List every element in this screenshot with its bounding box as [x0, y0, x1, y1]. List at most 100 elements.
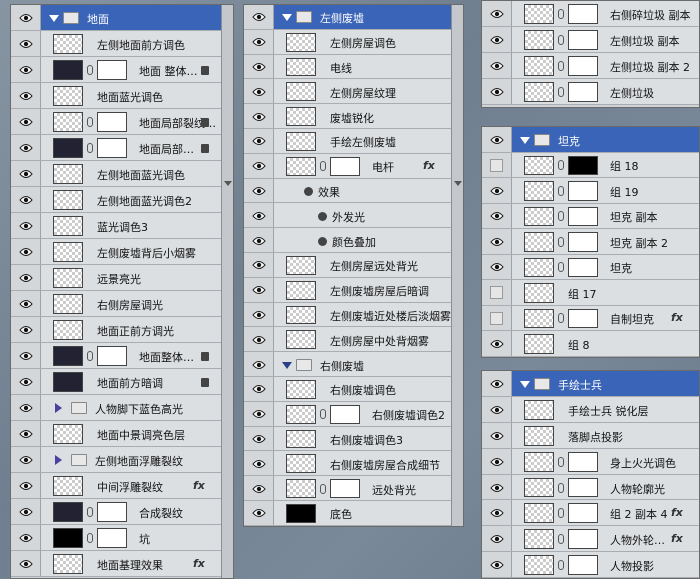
- fx-icon[interactable]: fx: [671, 506, 683, 519]
- link-chain-icon[interactable]: [320, 483, 326, 494]
- layer-row[interactable]: 地面蓝光调色: [11, 83, 233, 109]
- expand-triangle-icon[interactable]: [520, 380, 530, 388]
- visibility-eye-icon[interactable]: [244, 203, 274, 228]
- visibility-eye-icon[interactable]: [244, 228, 274, 252]
- layer-row[interactable]: 地面局部…: [11, 135, 233, 161]
- visibility-eye-icon[interactable]: [482, 203, 512, 228]
- link-chain-icon[interactable]: [87, 533, 93, 543]
- link-chain-icon[interactable]: [558, 508, 564, 519]
- visibility-eye-icon[interactable]: [11, 265, 41, 290]
- visibility-eye-icon[interactable]: [482, 500, 512, 526]
- visibility-eye-icon[interactable]: [244, 79, 274, 104]
- visibility-eye-icon[interactable]: [11, 187, 41, 212]
- layer-row[interactable]: 废墟锐化: [244, 104, 463, 129]
- expand-triangle-icon[interactable]: [282, 14, 292, 22]
- link-chain-icon[interactable]: [558, 61, 564, 71]
- layer-row[interactable]: 右侧碎垃圾 副本: [482, 1, 699, 27]
- layer-row[interactable]: 左侧废墟近处楼后淡烟雾: [244, 302, 463, 328]
- visibility-eye-icon[interactable]: [482, 331, 512, 356]
- layer-row[interactable]: 地面前方暗调: [11, 369, 233, 395]
- visibility-eye-icon[interactable]: [482, 280, 512, 305]
- collapsed-triangle-icon[interactable]: [55, 403, 62, 413]
- visibility-eye-icon[interactable]: [482, 448, 512, 474]
- visibility-eye-icon[interactable]: [11, 57, 41, 82]
- visibility-eye-icon[interactable]: [11, 317, 41, 342]
- layer-row[interactable]: 手绘士兵 锐化层: [482, 396, 699, 423]
- layer-row[interactable]: 左侧垃圾 副本: [482, 27, 699, 53]
- link-chain-icon[interactable]: [320, 161, 326, 172]
- layer-row[interactable]: 合成裂纹: [11, 499, 233, 525]
- visibility-eye-icon[interactable]: [11, 421, 41, 446]
- fx-icon[interactable]: fx: [671, 532, 683, 545]
- visibility-eye-icon[interactable]: [482, 552, 512, 578]
- layer-row[interactable]: 外发光: [244, 203, 463, 229]
- layer-row[interactable]: 坦克 副本 2: [482, 229, 699, 255]
- collapsed-triangle-icon[interactable]: [55, 455, 62, 465]
- layer-row[interactable]: 左侧废墟背后小烟雾: [11, 239, 233, 265]
- layer-row[interactable]: 蓝光调色3: [11, 213, 233, 239]
- visibility-eye-icon[interactable]: [482, 178, 512, 203]
- layer-row[interactable]: 右侧废墟: [244, 352, 463, 377]
- layer-row[interactable]: 右侧废墟调色: [244, 376, 463, 402]
- link-chain-icon[interactable]: [87, 65, 93, 75]
- layer-row[interactable]: 人物脚下蓝色高光: [11, 395, 233, 421]
- scroll-arrow-icon[interactable]: [224, 181, 232, 186]
- visibility-eye-icon[interactable]: [244, 128, 274, 153]
- layer-row[interactable]: 左侧地面蓝光调色2: [11, 187, 233, 213]
- layer-row[interactable]: 效果: [244, 178, 463, 204]
- layer-row[interactable]: 左侧房屋纹理: [244, 79, 463, 105]
- visibility-eye-icon[interactable]: [244, 104, 274, 128]
- layer-row[interactable]: 颜色叠加: [244, 228, 463, 253]
- visibility-eye-icon[interactable]: [482, 305, 512, 330]
- visibility-eye-icon[interactable]: [244, 327, 274, 352]
- layer-row[interactable]: 地面 整体…: [11, 57, 233, 83]
- layer-row[interactable]: 远景亮光: [11, 265, 233, 291]
- visibility-eye-icon[interactable]: [11, 5, 41, 30]
- layer-row[interactable]: 左侧房屋调色: [244, 29, 463, 55]
- fx-icon[interactable]: fx: [671, 311, 683, 324]
- layer-row[interactable]: 组 8: [482, 331, 699, 357]
- link-chain-icon[interactable]: [558, 160, 564, 171]
- visibility-eye-icon[interactable]: [482, 526, 512, 552]
- visibility-eye-icon[interactable]: [482, 474, 512, 500]
- visibility-eye-icon[interactable]: [11, 343, 41, 368]
- layer-row[interactable]: 左侧地面浮雕裂纹: [11, 447, 233, 473]
- expand-triangle-icon[interactable]: [282, 361, 292, 369]
- visibility-eye-icon[interactable]: [482, 53, 512, 78]
- group-header[interactable]: 左侧废墟: [244, 5, 463, 30]
- visibility-eye-icon[interactable]: [11, 135, 41, 160]
- visibility-eye-icon[interactable]: [11, 473, 41, 498]
- effect-eye-icon[interactable]: [318, 211, 327, 221]
- visibility-eye-icon[interactable]: [244, 426, 274, 451]
- group-header[interactable]: 手绘士兵: [482, 371, 699, 397]
- layer-row[interactable]: 地面中景调亮色层: [11, 421, 233, 447]
- layer-row[interactable]: 组 2 副本 4 fx: [482, 500, 699, 527]
- layer-row[interactable]: 底色: [244, 500, 463, 526]
- link-chain-icon[interactable]: [558, 313, 564, 324]
- visibility-eye-icon[interactable]: [482, 79, 512, 104]
- layer-row[interactable]: 人物轮廓光: [482, 474, 699, 501]
- layer-row[interactable]: 手绘左侧废墟: [244, 128, 463, 154]
- link-chain-icon[interactable]: [558, 211, 564, 222]
- effect-eye-icon[interactable]: [318, 236, 327, 246]
- layer-row[interactable]: 左侧垃圾: [482, 79, 699, 105]
- scrollbar[interactable]: [221, 5, 233, 578]
- visibility-eye-icon[interactable]: [11, 395, 41, 420]
- layer-row[interactable]: 地面局部裂纹…: [11, 109, 233, 135]
- visibility-eye-icon[interactable]: [11, 291, 41, 316]
- visibility-eye-icon[interactable]: [11, 369, 41, 394]
- visibility-eye-icon[interactable]: [11, 83, 41, 108]
- visibility-eye-icon[interactable]: [11, 551, 41, 576]
- visibility-eye-icon[interactable]: [244, 252, 274, 277]
- visibility-eye-icon[interactable]: [244, 401, 274, 426]
- layer-row[interactable]: 组 17: [482, 280, 699, 306]
- link-chain-icon[interactable]: [87, 143, 93, 153]
- link-chain-icon[interactable]: [558, 534, 564, 545]
- layer-row[interactable]: 远处背光: [244, 476, 463, 501]
- visibility-eye-icon[interactable]: [11, 499, 41, 524]
- layer-row[interactable]: 左侧废墟房屋后暗调: [244, 277, 463, 303]
- visibility-eye-icon[interactable]: [482, 229, 512, 254]
- visibility-eye-icon[interactable]: [482, 127, 512, 152]
- fx-icon[interactable]: fx: [193, 557, 205, 570]
- layer-row[interactable]: 坑: [11, 525, 233, 551]
